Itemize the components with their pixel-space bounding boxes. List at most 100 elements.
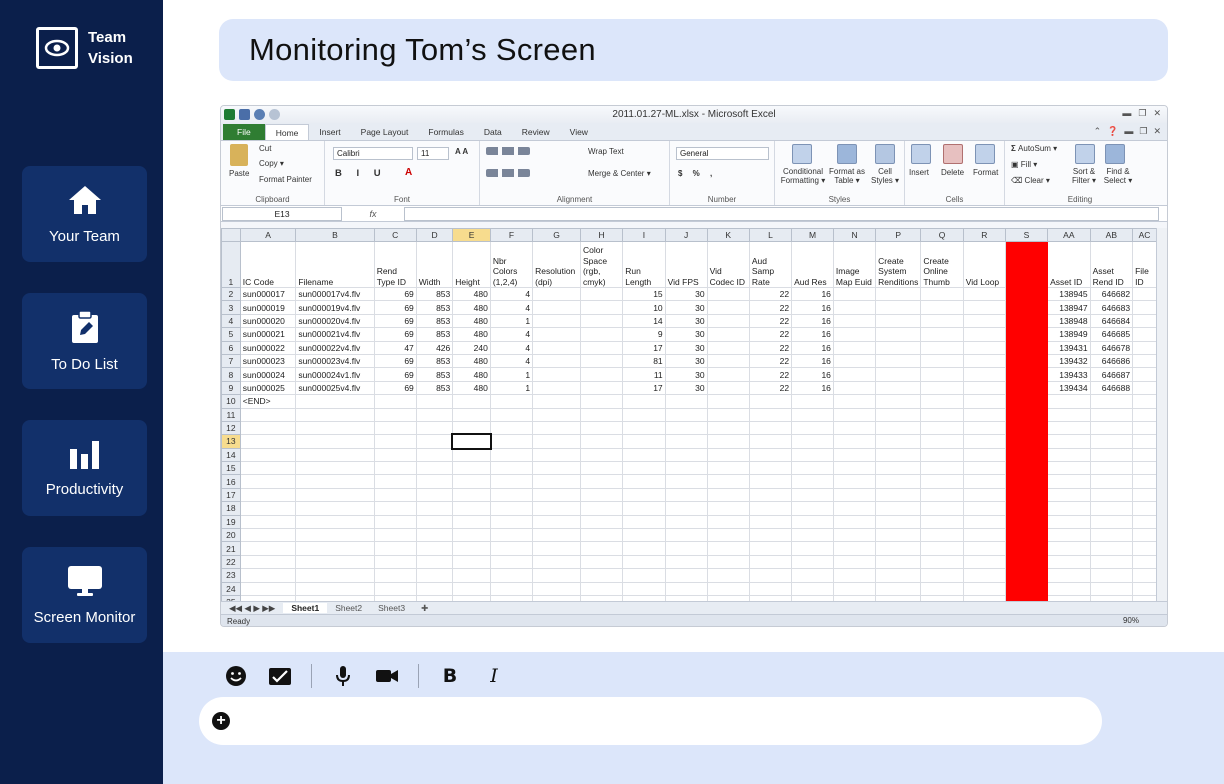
table-cell (579, 461, 624, 476)
column-header: Resolution (dpi) (532, 241, 581, 288)
save-icon (239, 109, 250, 120)
sidebar-item-your-team[interactable]: Your Team (22, 166, 147, 262)
grow-font-icon: A A (455, 147, 469, 156)
table-cell (579, 327, 624, 342)
table-cell (748, 554, 793, 570)
column-header: Aud Samp Rate (748, 241, 793, 288)
table-cell: 853 (415, 286, 454, 302)
table-cell (962, 340, 1006, 355)
table-cell (532, 327, 581, 342)
table-cell (791, 554, 834, 570)
sidebar-item-screen-monitor[interactable]: Screen Monitor (22, 547, 147, 643)
table-cell (579, 447, 624, 463)
table-cell: sun000025v4.flv (295, 380, 375, 396)
format-button: Format (973, 168, 999, 177)
bold-button[interactable]: B (437, 663, 463, 689)
table-cell (920, 380, 964, 396)
table-cell (452, 407, 491, 422)
italic-button[interactable]: I (481, 663, 507, 689)
table-cell (579, 367, 624, 382)
ribbon-group-clipboard: Paste Cut Copy ▾ Format Painter Clipboar… (221, 141, 325, 205)
table-cell (748, 461, 793, 476)
video-camera-icon[interactable] (374, 663, 400, 689)
table-cell (532, 286, 581, 302)
table-cell (622, 541, 666, 556)
table-cell: 14 (622, 313, 666, 329)
table-cell (579, 353, 624, 369)
table-cell: 10 (622, 300, 666, 315)
table-cell (1132, 541, 1157, 556)
table-cell (706, 541, 750, 556)
table-cell: sun000024v1.flv (295, 367, 375, 382)
insert-button: Insert (909, 168, 930, 177)
table-cell: 69 (373, 327, 417, 342)
sheet-tab-2: Sheet2 (335, 603, 363, 613)
table-cell (489, 420, 534, 436)
table-cell (706, 313, 750, 329)
table-cell: 480 (452, 300, 491, 315)
sidebar-item-productivity[interactable]: Productivity (22, 420, 147, 516)
table-cell (373, 394, 417, 409)
microphone-icon[interactable] (330, 663, 356, 689)
checkmark-card-icon[interactable] (267, 663, 293, 689)
table-cell (295, 554, 375, 570)
group-label: Clipboard (255, 195, 290, 204)
table-cell (532, 554, 581, 570)
table-cell (1047, 487, 1091, 503)
column-letter: R (962, 228, 1006, 242)
table-cell (579, 581, 624, 596)
table-cell: 30 (664, 367, 708, 382)
table-cell (239, 568, 297, 583)
table-cell (920, 300, 964, 315)
brand[interactable]: Team Vision (36, 27, 133, 69)
table-cell (415, 434, 454, 449)
sidebar-item-to-do-list[interactable]: To Do List (22, 293, 147, 389)
table-cell (1132, 407, 1157, 422)
table-cell (415, 514, 454, 530)
column-header: Create Online Thumb (920, 241, 964, 288)
table-cell (239, 487, 297, 503)
table-cell (706, 340, 750, 355)
table-cell (706, 501, 750, 516)
table-cell: sun000019 (239, 300, 297, 315)
column-letter: F (489, 228, 534, 242)
table-cell (1132, 394, 1157, 409)
emoji-icon[interactable] (223, 663, 249, 689)
table-cell (1004, 501, 1049, 516)
table-cell (1004, 327, 1049, 342)
table-cell (1132, 286, 1157, 302)
table-cell (415, 501, 454, 516)
table-cell: 139434 (1047, 380, 1091, 396)
add-attachment-icon[interactable]: + (212, 712, 230, 730)
table-cell: 138945 (1047, 286, 1091, 302)
table-cell (415, 581, 454, 596)
table-cell (664, 487, 708, 503)
conditional-formatting-icon (792, 144, 812, 164)
table-cell (1004, 474, 1049, 489)
table-cell (532, 300, 581, 315)
table-cell: sun000021 (239, 327, 297, 342)
help-icon: ❓ (1107, 126, 1119, 136)
sheet-nav-arrows: ◀◀ ◀ ▶ ▶▶ (229, 602, 276, 613)
column-letter: AA (1047, 228, 1091, 242)
table-cell (532, 541, 581, 556)
table-cell: 480 (452, 313, 491, 329)
table-cell (373, 461, 417, 476)
table-cell (920, 501, 964, 516)
table-cell (295, 474, 375, 489)
currency-percent-icons: $ % , (678, 169, 717, 178)
table-row: 9 sun000025 sun000025v4.flv 69 853 480 1 17 30 22… (221, 380, 1157, 396)
table-cell (1047, 461, 1091, 476)
cut-button: Cut (259, 144, 272, 153)
table-cell (295, 447, 375, 463)
table-cell: 22 (748, 286, 793, 302)
excel-window-title: 2011.01.27-ML.xlsx - Microsoft Excel (612, 109, 776, 120)
table-cell: sun000025 (239, 380, 297, 396)
table-cell (489, 461, 534, 476)
table-cell (1047, 501, 1091, 516)
table-cell (664, 420, 708, 436)
table-cell (532, 380, 581, 396)
table-cell (295, 528, 375, 543)
table-cell (579, 300, 624, 315)
message-input[interactable]: + (199, 697, 1102, 745)
